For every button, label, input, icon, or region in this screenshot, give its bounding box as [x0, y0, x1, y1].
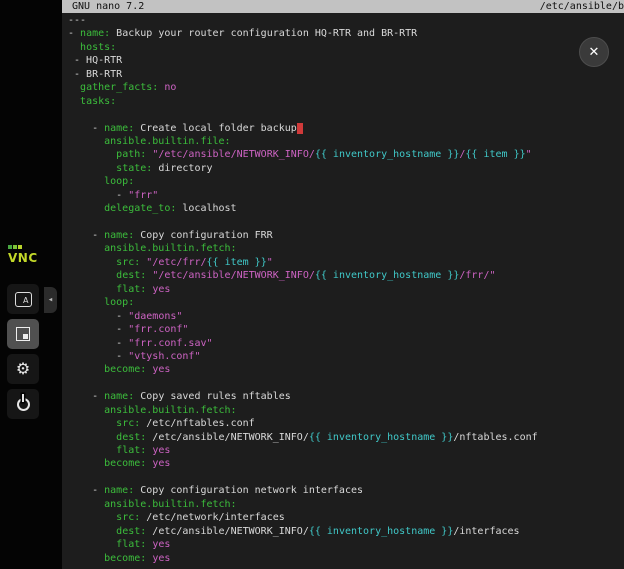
terminal-line: - name: Create local folder backup — [68, 122, 624, 135]
settings-button[interactable]: ⚙ — [7, 354, 39, 384]
fullscreen-icon — [16, 327, 30, 341]
terminal-line — [68, 377, 624, 390]
terminal-line: become: yes — [68, 457, 624, 470]
terminal-line: - "frr" — [68, 189, 624, 202]
terminal-line: path: "/etc/ansible/NETWORK_INFO/{{ inve… — [68, 148, 624, 161]
novnc-logo-text: VNC — [8, 251, 38, 265]
power-button[interactable] — [7, 389, 39, 419]
terminal-line: --- — [68, 14, 624, 27]
terminal-line: - "frr.conf.sav" — [68, 337, 624, 350]
control-bar-handle[interactable]: ◂ — [44, 287, 57, 313]
terminal-line: dest: /etc/ansible/NETWORK_INFO/{{ inven… — [68, 431, 624, 444]
vnc-control-bar: VNC ◂ A ⚙ — [0, 0, 62, 569]
terminal-line: ansible.builtin.file: — [68, 135, 624, 148]
terminal-line: flat: yes — [68, 444, 624, 457]
terminal-line: - "daemons" — [68, 310, 624, 323]
terminal-line — [68, 471, 624, 484]
terminal-line: src: /etc/nftables.conf — [68, 417, 624, 430]
logo-pixel — [8, 245, 12, 249]
terminal-line: - name: Copy configuration network inter… — [68, 484, 624, 497]
terminal-line: src: "/etc/frr/{{ item }}" — [68, 256, 624, 269]
logo-pixel — [13, 245, 17, 249]
terminal-line: loop: — [68, 296, 624, 309]
terminal-line: loop: — [68, 175, 624, 188]
file-path-label: /etc/ansible/b — [540, 0, 624, 13]
clipboard-icon: A — [15, 292, 32, 307]
terminal-line: become: yes — [68, 363, 624, 376]
terminal-line: ansible.builtin.fetch: — [68, 498, 624, 511]
terminal-line: dest: "/etc/ansible/NETWORK_INFO/{{ inve… — [68, 269, 624, 282]
terminal-line: flat: yes — [68, 283, 624, 296]
terminal-line: state: directory — [68, 162, 624, 175]
terminal-line: - BR-RTR — [68, 68, 624, 81]
terminal-line: ansible.builtin.fetch: — [68, 242, 624, 255]
close-icon: ✕ — [589, 45, 600, 60]
clipboard-button[interactable]: A — [7, 284, 39, 314]
terminal[interactable]: GNU nano 7.2 /etc/ansible/b ---- name: B… — [62, 0, 624, 569]
terminal-line: become: yes — [68, 552, 624, 565]
terminal-content: ---- name: Backup your router configurat… — [68, 14, 624, 569]
terminal-line: - name: Copy configuration FRR — [68, 229, 624, 242]
terminal-line: - HQ-RTR — [68, 54, 624, 67]
gear-icon: ⚙ — [16, 361, 30, 377]
terminal-line: - "frr.conf" — [68, 323, 624, 336]
terminal-line: - "vtysh.conf" — [68, 350, 624, 363]
novnc-logo: VNC — [8, 245, 52, 265]
terminal-line: ansible.builtin.fetch: — [68, 404, 624, 417]
terminal-line — [68, 216, 624, 229]
novnc-logo-pixels — [8, 245, 52, 249]
terminal-line: tasks: — [68, 95, 624, 108]
collapse-arrow-icon: ◂ — [48, 295, 53, 305]
terminal-line: dest: /etc/ansible/NETWORK_INFO/{{ inven… — [68, 525, 624, 538]
terminal-line: gather_facts: no — [68, 81, 624, 94]
terminal-line: flat: yes — [68, 538, 624, 551]
terminal-line: - name: Copy saved rules nftables — [68, 390, 624, 403]
power-icon — [17, 398, 30, 411]
fullscreen-button[interactable] — [7, 319, 39, 349]
terminal-line: src: /etc/network/interfaces — [68, 511, 624, 524]
nano-version-label: GNU nano 7.2 — [72, 0, 144, 13]
terminal-line — [68, 108, 624, 121]
nano-titlebar: GNU nano 7.2 /etc/ansible/b — [62, 0, 624, 13]
close-button[interactable]: ✕ — [579, 37, 609, 67]
terminal-line: - name: Backup your router configuration… — [68, 27, 624, 40]
clipboard-icon-letter: A — [23, 297, 28, 305]
logo-pixel — [18, 245, 22, 249]
terminal-line: delegate_to: localhost — [68, 202, 624, 215]
terminal-line: hosts: — [68, 41, 624, 54]
screen: VNC ◂ A ⚙ GNU nano 7.2 /etc/ansible/b --… — [0, 0, 624, 569]
